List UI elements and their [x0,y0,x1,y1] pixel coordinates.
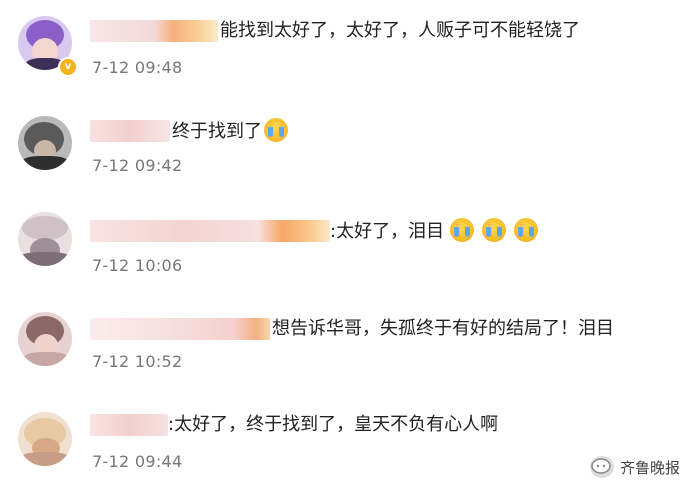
username-blurred[interactable] [90,318,270,340]
avatar[interactable] [18,116,72,170]
comment-time: 7-12 10:06 [92,256,183,275]
watermark: 齐鲁晚报 [589,456,680,478]
comment-item: :太好了，泪目 7-12 10:06 [0,196,700,294]
username-blurred[interactable] [90,20,218,42]
comment-time: 7-12 09:48 [92,58,183,77]
comment-text: 想告诉华哥，失孤终于有好的结局了！泪目 [272,318,614,339]
crying-emoji-icon [482,218,507,242]
comment-text-content: :太好了，泪目 [330,221,445,242]
avatar[interactable] [18,412,72,466]
avatar[interactable] [18,212,72,266]
comment-time: 7-12 09:42 [92,156,183,175]
comment-time: 7-12 09:44 [92,452,183,471]
username-blurred[interactable] [90,414,168,436]
comment-text: 终于找到了 [172,118,290,145]
username-blurred[interactable] [90,120,170,142]
verified-badge-icon: v [58,57,78,77]
comment-text: 能找到太好了，太好了，人贩子可不能轻饶了 [220,20,580,41]
wechat-bubble-icon [589,456,614,478]
watermark-label: 齐鲁晚报 [619,458,680,477]
comment-time: 7-12 10:52 [92,352,183,371]
comment-item: v 能找到太好了，太好了，人贩子可不能轻饶了 7-12 09:48 [0,0,700,98]
crying-emoji-icon [450,218,475,242]
comment-text-content: 终于找到了 [172,121,262,142]
username-blurred[interactable] [90,220,330,242]
comment-item: 终于找到了 7-12 09:42 [0,98,700,196]
crying-emoji-icon [514,218,539,242]
avatar[interactable] [18,312,72,366]
comment-text: :太好了，终于找到了，皇天不负有心人啊 [168,414,499,435]
comment-item: 想告诉华哥，失孤终于有好的结局了！泪目 7-12 10:52 [0,294,700,392]
crying-emoji-icon [264,118,288,142]
comment-text: :太好了，泪目 [330,218,540,245]
